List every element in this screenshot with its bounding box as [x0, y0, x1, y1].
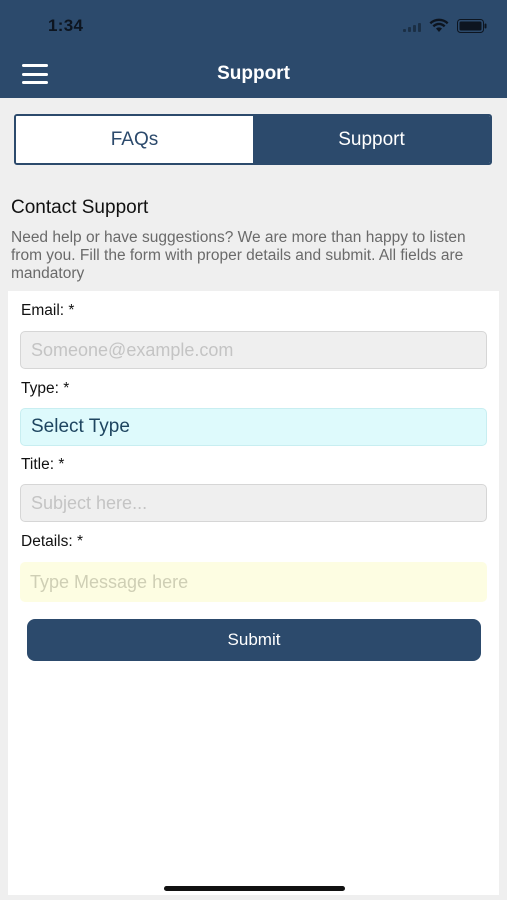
status-icons	[403, 18, 487, 33]
email-placeholder: Someone@example.com	[31, 339, 234, 360]
submit-button[interactable]: Submit	[27, 619, 481, 661]
email-label: Email: *	[21, 302, 75, 319]
details-field[interactable]: Type Message here	[20, 562, 487, 602]
title-label: Title: *	[21, 456, 65, 473]
type-select-value: Select Type	[31, 416, 130, 437]
home-indicator[interactable]	[164, 886, 345, 891]
details-label: Details: *	[21, 533, 84, 550]
title-field[interactable]: Subject here...	[20, 484, 487, 522]
title-placeholder: Subject here...	[31, 492, 148, 513]
email-field[interactable]: Someone@example.com	[20, 331, 487, 369]
page-title: Support	[217, 63, 290, 84]
support-tabs: FAQs Support	[14, 114, 492, 165]
tab-support[interactable]: Support	[253, 116, 490, 163]
section-title: Contact Support	[11, 197, 149, 218]
type-select[interactable]: Select Type	[20, 408, 487, 446]
contact-form: Email: * Someone@example.com Type: * Sel…	[8, 291, 499, 895]
type-label: Type: *	[21, 380, 70, 397]
section-description: Need help or have suggestions? We are mo…	[11, 229, 466, 282]
status-time: 1:34	[48, 16, 84, 35]
wifi-icon	[429, 18, 449, 33]
battery-icon	[457, 18, 487, 33]
app-header: 1:34 Support	[0, 0, 507, 98]
details-placeholder: Type Message here	[30, 571, 189, 592]
cellular-signal-icon	[403, 20, 421, 32]
tab-faqs[interactable]: FAQs	[16, 116, 253, 163]
